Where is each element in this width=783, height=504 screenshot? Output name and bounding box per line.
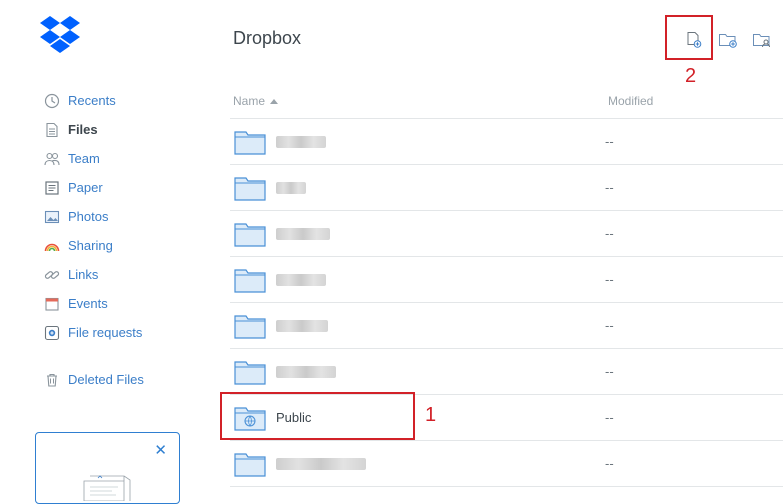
file-icon <box>44 122 60 138</box>
redacted-name <box>276 319 328 332</box>
file-request-icon <box>44 325 60 341</box>
row-name <box>276 319 605 332</box>
row-modified: -- <box>605 272 614 287</box>
team-icon <box>44 151 60 167</box>
shared-folder-icon <box>753 34 770 48</box>
row-modified: -- <box>605 318 614 333</box>
page-title: Dropbox <box>233 28 302 48</box>
dropbox-logo-icon <box>40 16 80 53</box>
promo-card: ✕ <box>35 432 180 504</box>
table-row[interactable]: -- <box>230 349 783 395</box>
row-name <box>276 227 605 240</box>
sidebar-item-events[interactable]: Events <box>44 289 214 318</box>
link-icon <box>44 267 60 283</box>
sidebar-item-label: Paper <box>68 180 103 195</box>
sidebar-item-label: Files <box>68 122 98 137</box>
folder-icon <box>234 268 266 293</box>
annotation-box-1 <box>220 392 415 440</box>
row-name <box>276 273 605 286</box>
sidebar-item-file-requests[interactable]: File requests <box>44 318 214 347</box>
table-header: Name Modified <box>230 84 783 119</box>
sort-ascending-icon <box>270 98 279 104</box>
redacted-name <box>276 457 366 470</box>
table-row[interactable]: -- <box>230 441 783 487</box>
redacted-name <box>276 227 330 240</box>
clock-icon <box>44 93 60 109</box>
folder-icon <box>234 130 266 155</box>
table-row[interactable]: -- <box>230 165 783 211</box>
sidebar-item-sharing[interactable]: Sharing <box>44 231 214 260</box>
folder-icon <box>234 360 266 385</box>
trash-icon <box>44 372 60 388</box>
sidebar-item-label: File requests <box>68 325 143 340</box>
table-row[interactable]: -- <box>230 303 783 349</box>
redacted-name <box>276 135 326 148</box>
table-row[interactable]: -- <box>230 257 783 303</box>
sidebar-item-label: Sharing <box>68 238 113 253</box>
redacted-name <box>276 365 336 378</box>
sidebar-item-deleted-files[interactable]: Deleted Files <box>44 365 214 394</box>
name-column-label: Name <box>233 94 266 108</box>
promo-illustration-icon <box>83 475 131 501</box>
row-name <box>276 457 605 470</box>
redacted-name <box>276 273 326 286</box>
new-folder-button[interactable] <box>718 30 738 50</box>
photo-icon <box>44 209 60 225</box>
sidebar-item-links[interactable]: Links <box>44 260 214 289</box>
folder-icon <box>234 452 266 477</box>
row-name <box>276 135 605 148</box>
row-modified: -- <box>605 226 614 241</box>
row-modified: -- <box>605 134 614 149</box>
table-row[interactable]: -- <box>230 211 783 257</box>
row-modified: -- <box>605 410 614 425</box>
sidebar-item-label: Links <box>68 267 99 282</box>
sidebar-item-paper[interactable]: Paper <box>44 173 214 202</box>
row-modified: -- <box>605 364 614 379</box>
calendar-icon <box>44 296 60 312</box>
row-modified: -- <box>605 456 614 471</box>
sidebar-item-recents[interactable]: Recents <box>44 86 214 115</box>
close-icon[interactable]: ✕ <box>154 443 167 458</box>
name-column-header[interactable]: Name <box>230 94 608 108</box>
paper-icon <box>44 180 60 196</box>
folder-icon <box>234 314 266 339</box>
sidebar-item-photos[interactable]: Photos <box>44 202 214 231</box>
sidebar-item-label: Team <box>68 151 100 166</box>
shared-folder-button[interactable] <box>752 30 772 50</box>
sidebar-item-files[interactable]: Files <box>44 115 214 144</box>
folder-icon <box>234 222 266 247</box>
redacted-name <box>276 181 306 194</box>
annotation-box-2 <box>665 15 713 60</box>
row-name <box>276 181 605 194</box>
row-modified: -- <box>605 180 614 195</box>
sidebar-nav: Recents Files Team Paper Photos Sharing <box>44 86 214 394</box>
rainbow-icon <box>44 238 60 254</box>
folder-icon <box>234 176 266 201</box>
sidebar-item-team[interactable]: Team <box>44 144 214 173</box>
row-name <box>276 365 605 378</box>
sidebar-item-label: Recents <box>68 93 116 108</box>
sidebar-item-label: Events <box>68 296 108 311</box>
modified-column-header[interactable]: Modified <box>608 94 653 108</box>
sidebar-item-label: Deleted Files <box>68 372 144 387</box>
new-folder-icon <box>719 34 737 48</box>
sidebar-item-label: Photos <box>68 209 109 224</box>
table-row[interactable]: -- <box>230 119 783 165</box>
annotation-label-1: 1 <box>425 404 437 426</box>
